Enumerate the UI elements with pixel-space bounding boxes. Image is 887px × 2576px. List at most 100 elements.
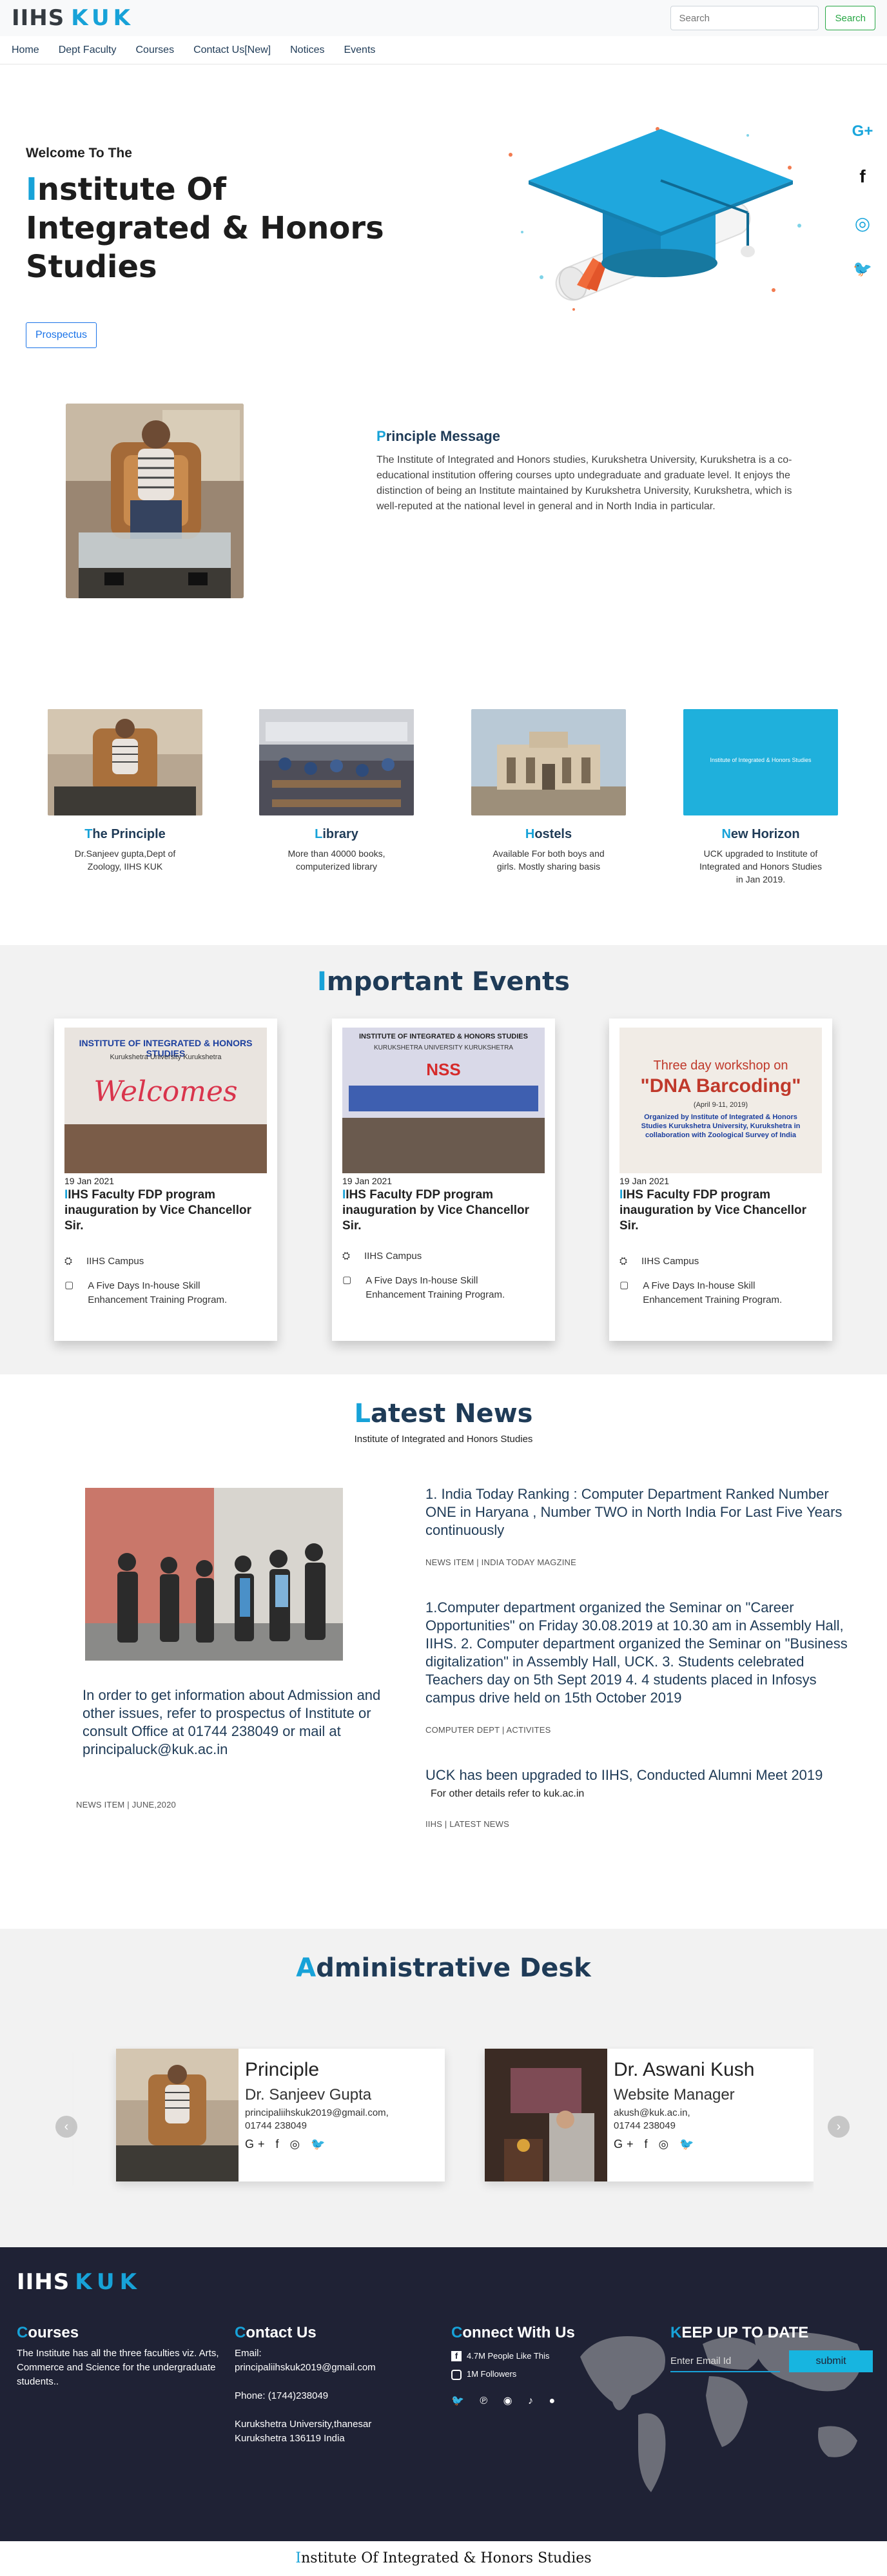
administrative-desk-section: Administrative Desk ‹ › Principle Dr. Sa… xyxy=(0,1929,887,2247)
feature-hostels-art xyxy=(471,709,626,815)
news-item-meta: NEWS ITEM | INDIA TODAY MAGZINE xyxy=(425,1557,576,1567)
event-note: ▢ A Five Days In-house Skill Enhancement … xyxy=(64,1279,249,1307)
event-note: ▢ A Five Days In-house Skill Enhancement … xyxy=(619,1279,804,1307)
event-banner-sub: KURUKSHETRA UNIVERSITY KURUKSHETRA xyxy=(374,1044,513,1051)
feature-library-art xyxy=(259,709,414,815)
calendar-icon: ▢ xyxy=(342,1274,352,1285)
menu-courses[interactable]: Courses xyxy=(136,44,175,56)
event-card[interactable]: INSTITUTE OF INTEGRATED & HONORS STUDIES… xyxy=(332,1019,555,1341)
admin-social-icons[interactable]: G+ f ◎ 🐦 xyxy=(614,2138,754,2151)
search-button[interactable]: Search xyxy=(825,6,875,30)
footer-facebook[interactable]: f 4.7M People Like This xyxy=(451,2349,619,2363)
event-location: ⛭ IIHS Campus xyxy=(342,1251,422,1262)
menu-notices[interactable]: Notices xyxy=(290,44,324,56)
menu-contact-us[interactable]: Contact Us[New] xyxy=(193,44,271,56)
feature-hostels[interactable]: Hostels Available For both boys and girl… xyxy=(471,709,626,873)
news-item-body: UCK has been upgraded to IIHS, Conducted… xyxy=(425,1767,823,1783)
news-item[interactable]: 1.Computer department organized the Semi… xyxy=(425,1599,853,1735)
feature-library-desc: More than 40000 books, computerized libr… xyxy=(288,848,385,872)
principle-message: Principle Message The Institute of Integ… xyxy=(376,428,802,514)
prospectus-button[interactable]: Prospectus xyxy=(26,322,97,348)
calendar-icon: ▢ xyxy=(64,1280,74,1291)
brand-logo[interactable]: IIHS KUK xyxy=(12,5,134,31)
news-item[interactable]: UCK has been upgraded to IIHS, Conducted… xyxy=(425,1766,853,1829)
newsletter-email-input[interactable] xyxy=(670,2350,780,2372)
admin-info: Dr. Aswani Kush Website Manager akush@ku… xyxy=(607,2049,761,2181)
admin-social-icons[interactable]: G+ f ◎ 🐦 xyxy=(245,2138,389,2151)
feature-new-horizon[interactable]: Institute of Integrated & Honors Studies… xyxy=(683,709,838,886)
feature-principle-art xyxy=(48,709,202,815)
admin-photo xyxy=(485,2049,607,2181)
menu-events[interactable]: Events xyxy=(344,44,375,56)
event-banner-word: Welcomes xyxy=(93,1075,238,1108)
admin-photo-art xyxy=(116,2049,239,2181)
principle-body: The Institute of Integrated and Honors s… xyxy=(376,454,792,512)
news-photo-art xyxy=(85,1488,343,1661)
footer-instagram[interactable]: 1M Followers xyxy=(451,2367,619,2381)
feature-hostels-title: Hostels xyxy=(525,827,572,841)
newsletter-submit-button[interactable]: submit xyxy=(789,2350,873,2372)
event-title: IIHS Faculty FDP program inauguration by… xyxy=(342,1188,529,1233)
admin-phone: 01744 238049 xyxy=(245,2120,307,2131)
news-admission-text: In order to get information about Admiss… xyxy=(83,1687,381,1757)
footer-email[interactable]: principaliihskuk2019@gmail.com xyxy=(235,2361,428,2375)
news-item-meta: IIHS | LATEST NEWS xyxy=(425,1819,510,1829)
menu-home[interactable]: Home xyxy=(12,44,39,56)
admin-photo-art xyxy=(485,2049,607,2181)
hero-social-bar: G+ f ◎ 🐦 xyxy=(851,122,874,278)
event-banner-top: Three day workshop on xyxy=(653,1059,788,1073)
principle-title: Principle Message xyxy=(376,428,500,444)
feature-hostels-desc: Available For both boys and girls. Mostl… xyxy=(492,848,605,872)
admin-info: Principle Dr. Sanjeev Gupta principaliih… xyxy=(239,2049,395,2181)
news-item-meta: COMPUTER DEPT | ACTIVITES xyxy=(425,1725,551,1735)
brand-accent: KUK xyxy=(71,5,134,31)
event-image: INSTITUTE OF INTEGRATED & HONORS STUDIES… xyxy=(64,1028,267,1173)
menu-dept-faculty[interactable]: Dept Faculty xyxy=(59,44,117,56)
admin-name: Dr. Sanjeev Gupta xyxy=(245,2086,372,2103)
news-item-body: 1.Computer department organized the Semi… xyxy=(425,1599,848,1706)
admin-email[interactable]: akush@kuk.ac.in, xyxy=(614,2107,754,2120)
important-events-section: Important Events INSTITUTE OF INTEGRATED… xyxy=(0,945,887,1374)
feature-new-horizon-title: New Horizon xyxy=(721,827,800,841)
feature-principle-image xyxy=(48,709,202,815)
admin-card[interactable]: Dr. Aswani Kush Website Manager akush@ku… xyxy=(485,2049,814,2181)
calendar-icon: ▢ xyxy=(619,1280,629,1291)
google-plus-icon[interactable]: G+ xyxy=(851,122,874,141)
main-menu: Home Dept Faculty Courses Contact Us[New… xyxy=(0,36,887,64)
news-item-body: 1. India Today Ranking : Computer Depart… xyxy=(425,1486,843,1538)
admin-title: Administrative Desk xyxy=(296,1953,591,1983)
carousel-next-button[interactable]: › xyxy=(828,2116,850,2138)
news-item[interactable]: 1. India Today Ranking : Computer Depart… xyxy=(425,1485,853,1567)
newsletter-form: submit xyxy=(670,2350,877,2372)
event-card[interactable]: INSTITUTE OF INTEGRATED & HONORS STUDIES… xyxy=(54,1019,277,1341)
instagram-icon xyxy=(451,2369,462,2380)
event-card[interactable]: Three day workshop on "DNA Barcoding" (A… xyxy=(609,1019,832,1341)
search-input[interactable] xyxy=(670,6,819,30)
footer-brand[interactable]: IIHS KUK xyxy=(17,2269,142,2295)
footer-newsletter-title: KEEP UP TO DATE xyxy=(670,2324,809,2341)
map-marker-icon: ⛭ xyxy=(619,1256,628,1267)
twitter-icon[interactable]: 🐦 xyxy=(851,260,874,278)
feature-library[interactable]: Library More than 40000 books, computeri… xyxy=(259,709,414,873)
footer-courses-title: Courses xyxy=(17,2324,79,2341)
event-banner-top: INSTITUTE OF INTEGRATED & HONORS STUDIES xyxy=(359,1033,528,1040)
event-people-photo xyxy=(64,1124,267,1173)
facebook-icon[interactable]: f xyxy=(851,166,874,187)
admin-card[interactable]: Principle Dr. Sanjeev Gupta principaliih… xyxy=(116,2049,445,2181)
feature-principle[interactable]: The Principle Dr.Sanjeev gupta,Dept of Z… xyxy=(48,709,202,873)
news-item-extra: For other details refer to kuk.ac.in xyxy=(431,1788,585,1799)
feature-banner-text: Institute of Integrated & Honors Studies xyxy=(710,757,812,763)
news-photo xyxy=(85,1488,343,1661)
news-left-meta: NEWS ITEM | JUNE,2020 xyxy=(76,1800,176,1810)
bottom-bar: Institute Of Integrated & Honors Studies xyxy=(295,2550,592,2566)
top-navbar: IIHS KUK Search xyxy=(0,0,887,36)
admin-role: Principle xyxy=(245,2059,320,2080)
event-title: IIHS Faculty FDP program inauguration by… xyxy=(619,1188,806,1233)
event-title: IIHS Faculty FDP program inauguration by… xyxy=(64,1188,251,1233)
hero-text: Welcome To The Institute Of Integrated &… xyxy=(26,146,387,348)
latest-news-section: Latest News Institute of Integrated and … xyxy=(0,1374,887,1929)
footer-social-icons[interactable]: 🐦 ℗ ◉ ♪ ● xyxy=(451,2394,619,2408)
admin-email[interactable]: principaliihskuk2019@gmail.com, xyxy=(245,2107,389,2120)
instagram-icon[interactable]: ◎ xyxy=(851,213,874,234)
news-title: Latest News xyxy=(354,1399,533,1429)
